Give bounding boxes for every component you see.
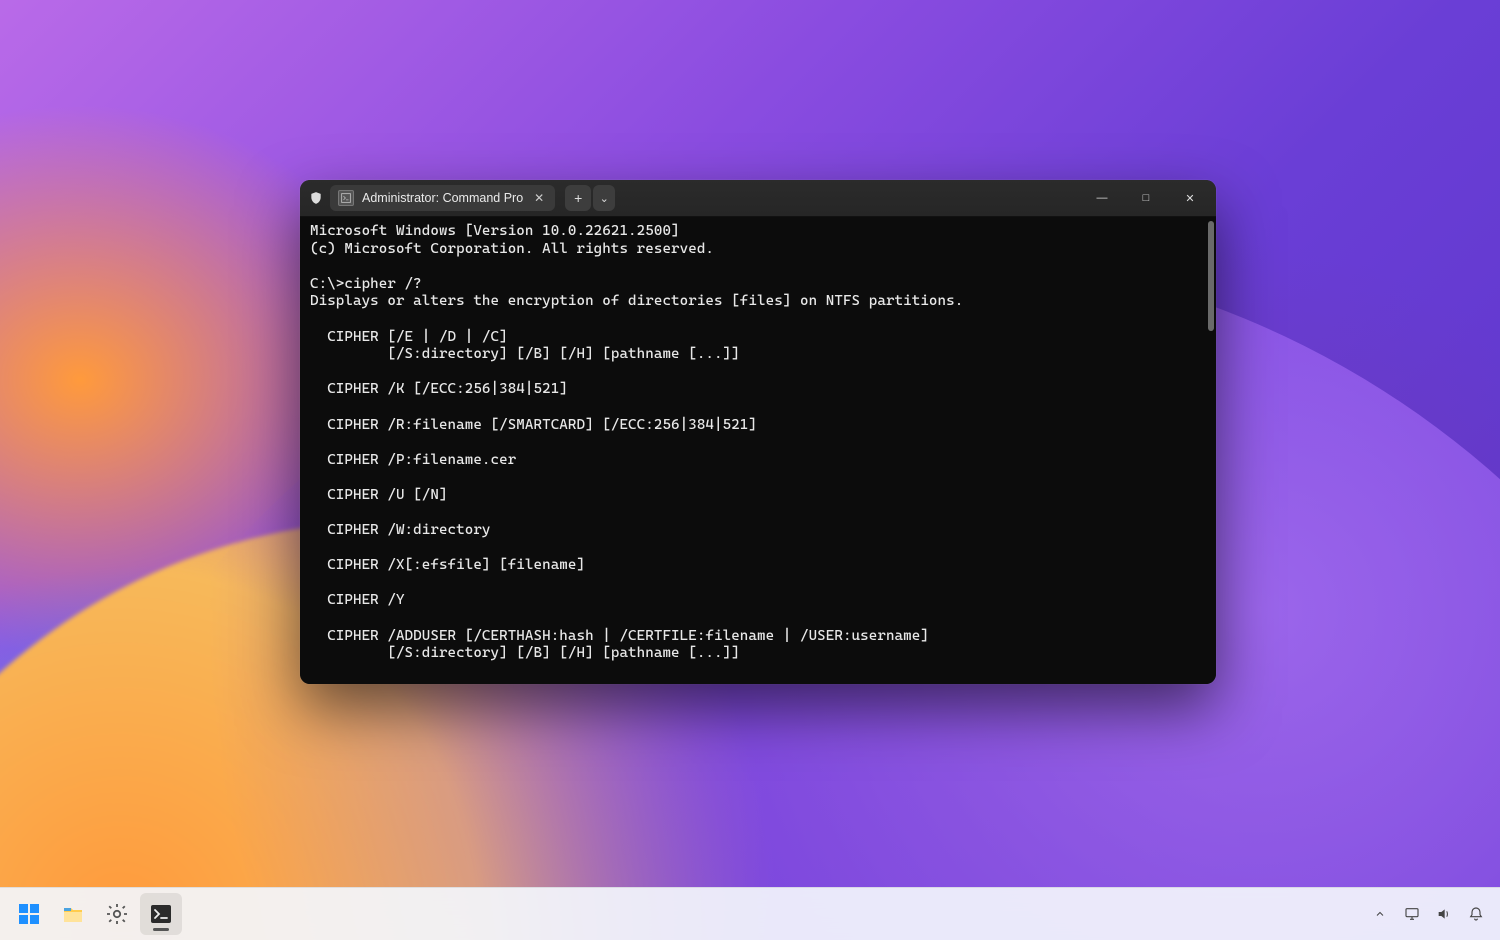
system-tray [1366, 894, 1500, 934]
start-button[interactable] [8, 893, 50, 935]
tab-command-prompt[interactable]: Administrator: Command Pro ✕ [330, 185, 555, 211]
terminal-output: Microsoft Windows [Version 10.0.22621.25… [300, 217, 1216, 669]
new-tab-button[interactable]: + [565, 185, 591, 211]
tray-monitor-icon[interactable] [1398, 894, 1426, 934]
terminal-body[interactable]: Microsoft Windows [Version 10.0.22621.25… [300, 217, 1216, 684]
tray-volume-icon[interactable] [1430, 894, 1458, 934]
terminal-taskbar-button[interactable] [140, 893, 182, 935]
taskbar [0, 887, 1500, 940]
tab-title: Administrator: Command Pro [362, 191, 523, 205]
cmd-icon [338, 190, 354, 206]
titlebar[interactable]: Administrator: Command Pro ✕ + ⌄ ― □ ✕ [300, 180, 1216, 217]
tab-dropdown-button[interactable]: ⌄ [593, 185, 615, 211]
close-button[interactable]: ✕ [1168, 182, 1212, 214]
tab-close-button[interactable]: ✕ [531, 190, 547, 206]
file-explorer-button[interactable] [52, 893, 94, 935]
terminal-window: Administrator: Command Pro ✕ + ⌄ ― □ ✕ M… [300, 180, 1216, 684]
desktop-wallpaper: Administrator: Command Pro ✕ + ⌄ ― □ ✕ M… [0, 0, 1500, 940]
settings-button[interactable] [96, 893, 138, 935]
tray-notifications-icon[interactable] [1462, 894, 1490, 934]
minimize-button[interactable]: ― [1080, 182, 1124, 214]
admin-shield-icon [308, 190, 324, 206]
tray-overflow-button[interactable] [1366, 894, 1394, 934]
scrollbar-thumb[interactable] [1208, 221, 1214, 331]
maximize-button[interactable]: □ [1124, 182, 1168, 214]
